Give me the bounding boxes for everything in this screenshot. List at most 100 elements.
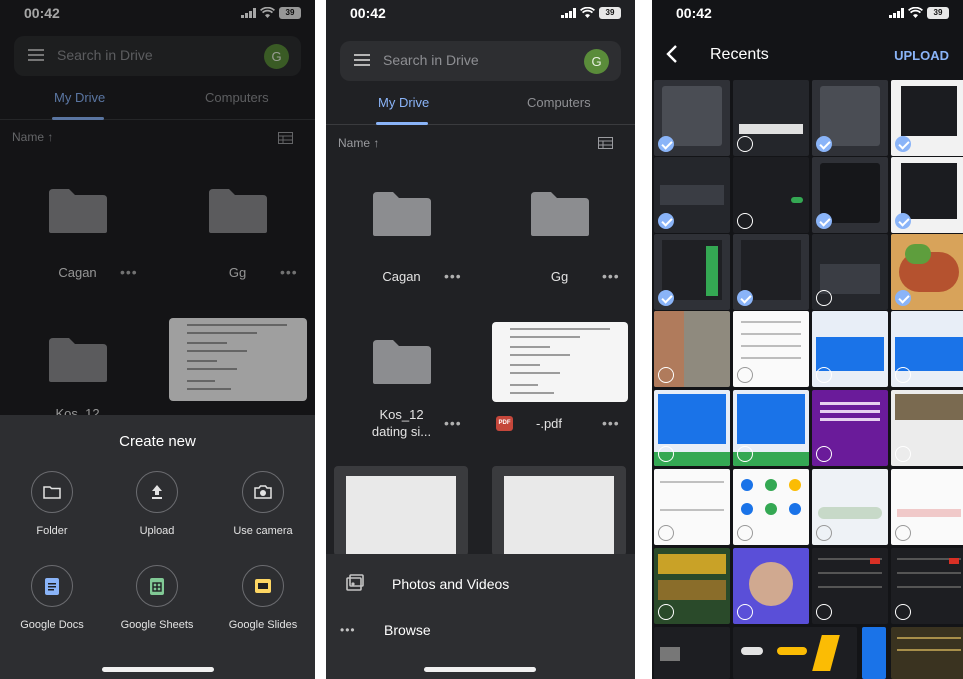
folder-icon[interactable]	[371, 190, 433, 238]
photo-thumbnail[interactable]	[654, 157, 730, 233]
photo-thumbnail[interactable]	[812, 234, 888, 310]
selection-circle-icon[interactable]	[737, 525, 753, 541]
selection-circle-icon[interactable]	[737, 136, 753, 152]
photo-thumbnail[interactable]	[891, 548, 963, 624]
file-name-pdf[interactable]: -.pdf	[536, 416, 582, 431]
browse-option[interactable]: ••• Browse	[340, 610, 621, 650]
tab-my-drive[interactable]: My Drive	[378, 95, 429, 110]
google-slides-icon	[255, 579, 271, 593]
pdf-thumbnail[interactable]	[492, 322, 628, 402]
google-sheets-action-button[interactable]: Google Sheets	[112, 565, 202, 631]
folder-action-button[interactable]: Folder	[7, 471, 97, 537]
wifi-icon	[580, 7, 595, 18]
photo-thumbnail[interactable]	[654, 390, 730, 466]
camera-action-button[interactable]: Use camera	[218, 471, 308, 537]
back-chevron-icon[interactable]	[666, 44, 678, 64]
google-slides-action-button[interactable]: Google Slides	[218, 565, 308, 631]
upload-action-button[interactable]: Upload	[112, 471, 202, 537]
drive-tabs: My Drive Computers	[326, 87, 635, 125]
selection-circle-icon[interactable]	[816, 367, 832, 383]
more-options-icon[interactable]: •••	[444, 268, 462, 284]
create-new-sheet: Create new Folder Upload Use camera Goog…	[0, 415, 315, 679]
selection-circle-icon[interactable]	[895, 525, 911, 541]
photo-thumbnail[interactable]	[891, 390, 963, 466]
folder-name-kos-line2[interactable]: dating si...	[364, 424, 439, 439]
selection-check-icon[interactable]	[816, 136, 832, 152]
photo-thumbnail[interactable]	[862, 627, 886, 679]
selection-circle-icon[interactable]	[895, 367, 911, 383]
photo-thumbnail[interactable]	[654, 234, 730, 310]
sort-name-button[interactable]: Name ↑	[338, 136, 379, 150]
search-placeholder[interactable]: Search in Drive	[383, 52, 479, 68]
selection-circle-icon[interactable]	[816, 446, 832, 462]
photo-thumbnail[interactable]	[891, 469, 963, 545]
photo-thumbnail[interactable]	[654, 80, 730, 156]
list-view-icon[interactable]	[598, 137, 613, 149]
selection-circle-icon[interactable]	[737, 367, 753, 383]
photo-thumbnail[interactable]	[733, 234, 809, 310]
selection-circle-icon[interactable]	[816, 525, 832, 541]
search-bar[interactable]: Search in Drive G	[340, 41, 621, 81]
selection-circle-icon[interactable]	[895, 604, 911, 620]
folder-outline-icon	[43, 486, 61, 499]
document-thumbnail[interactable]	[492, 466, 626, 556]
photo-thumbnail[interactable]	[812, 311, 888, 387]
photo-thumbnail[interactable]	[733, 627, 857, 679]
photo-thumbnail[interactable]	[733, 469, 809, 545]
selection-circle-icon[interactable]	[737, 446, 753, 462]
photo-thumbnail[interactable]	[654, 548, 730, 624]
photos-and-videos-option[interactable]: Photos and Videos	[340, 564, 621, 604]
selection-check-icon[interactable]	[658, 290, 674, 306]
selection-circle-icon[interactable]	[658, 367, 674, 383]
photo-thumbnail[interactable]	[812, 157, 888, 233]
photo-thumbnail[interactable]	[812, 469, 888, 545]
menu-icon[interactable]	[354, 54, 370, 66]
selection-check-icon[interactable]	[895, 290, 911, 306]
selection-circle-icon[interactable]	[816, 290, 832, 306]
more-options-icon[interactable]: •••	[602, 268, 620, 284]
document-thumbnail[interactable]	[334, 466, 468, 556]
photo-thumbnail[interactable]	[812, 80, 888, 156]
photo-thumbnail[interactable]	[654, 627, 730, 679]
photo-thumbnail[interactable]	[891, 80, 963, 156]
battery-icon: 39	[927, 7, 949, 19]
selection-circle-icon[interactable]	[895, 446, 911, 462]
selection-circle-icon[interactable]	[737, 213, 753, 229]
photo-thumbnail[interactable]	[891, 311, 963, 387]
more-options-icon[interactable]: •••	[602, 415, 620, 431]
photo-thumbnail[interactable]	[812, 548, 888, 624]
selection-check-icon[interactable]	[816, 213, 832, 229]
folder-icon[interactable]	[529, 190, 591, 238]
selection-circle-icon[interactable]	[658, 604, 674, 620]
folder-name-cagan[interactable]: Cagan	[364, 269, 439, 284]
selection-check-icon[interactable]	[895, 136, 911, 152]
selection-circle-icon[interactable]	[658, 446, 674, 462]
upload-button[interactable]: UPLOAD	[894, 48, 949, 63]
photo-thumbnail[interactable]	[733, 390, 809, 466]
more-options-icon[interactable]: •••	[444, 415, 462, 431]
selection-check-icon[interactable]	[895, 213, 911, 229]
selection-check-icon[interactable]	[737, 290, 753, 306]
photo-thumbnail[interactable]	[733, 80, 809, 156]
more-horizontal-icon: •••	[340, 623, 356, 637]
photo-thumbnail[interactable]	[812, 390, 888, 466]
selection-check-icon[interactable]	[658, 136, 674, 152]
photo-thumbnail[interactable]	[733, 157, 809, 233]
avatar[interactable]: G	[584, 49, 609, 74]
photo-thumbnail[interactable]	[891, 234, 963, 310]
photo-thumbnail[interactable]	[891, 157, 963, 233]
folder-name-gg[interactable]: Gg	[522, 269, 597, 284]
photo-thumbnail[interactable]	[733, 311, 809, 387]
selection-circle-icon[interactable]	[737, 604, 753, 620]
selection-circle-icon[interactable]	[658, 525, 674, 541]
selection-circle-icon[interactable]	[816, 604, 832, 620]
selection-check-icon[interactable]	[658, 213, 674, 229]
photo-thumbnail[interactable]	[654, 311, 730, 387]
folder-icon[interactable]	[371, 338, 433, 386]
tab-computers[interactable]: Computers	[527, 95, 591, 110]
folder-name-kos[interactable]: Kos_12	[364, 407, 439, 422]
photo-thumbnail[interactable]	[733, 548, 809, 624]
photo-thumbnail[interactable]	[654, 469, 730, 545]
photo-thumbnail[interactable]	[891, 627, 963, 679]
google-docs-action-button[interactable]: Google Docs	[7, 565, 97, 631]
